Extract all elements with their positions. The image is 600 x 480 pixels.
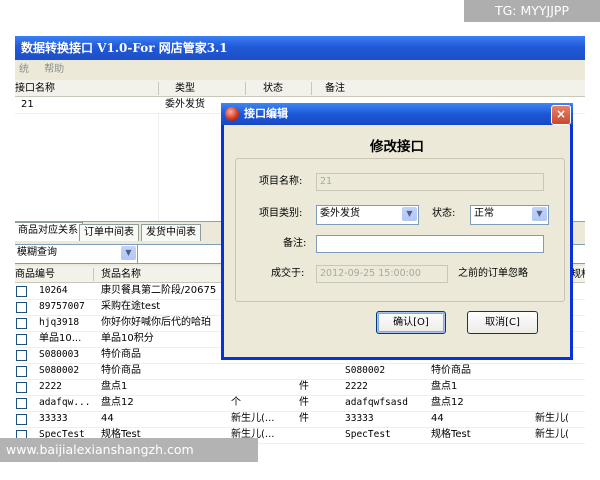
status-select[interactable]: 正常 ▼ [470, 205, 549, 225]
table-cell: 89757007 [39, 301, 85, 312]
tab-product-mapping[interactable]: 商品对应关系 [15, 222, 83, 241]
chevron-down-icon[interactable]: ▼ [532, 207, 547, 221]
watermark-bottom: www.baijialexianshangzh.com [0, 438, 258, 462]
interface-edit-dialog: 接口编辑 × 修改接口 项目名称: 21 项目类别: 委外发货 ▼ 状态: 正常… [221, 103, 573, 360]
row-checkbox[interactable] [16, 350, 27, 361]
table-cell: hjq3918 [39, 317, 80, 328]
project-type-value: 委外发货 [320, 208, 360, 219]
menu-system[interactable]: 统 [19, 64, 29, 75]
project-name-label: 项目名称: [259, 176, 303, 187]
table-row[interactable]: 2222 盘点1 件 2222 盘点1 [15, 379, 585, 396]
row-checkbox[interactable] [16, 382, 27, 393]
table-cell: 10264 [39, 285, 68, 296]
table-cell: adafqw... [39, 397, 91, 408]
col-product-name[interactable]: 货品名称 [101, 266, 141, 282]
app-title: 数据转换接口 V1.0-For 网店管家3.1 [15, 36, 585, 60]
project-type-label: 项目类别: [259, 208, 303, 219]
table-cell: 规格Test [431, 429, 471, 440]
interface-name: 21 [21, 99, 34, 110]
menu-help[interactable]: 帮助 [44, 64, 64, 75]
tab-order-intermediate[interactable]: 订单中间表 [79, 224, 139, 241]
row-checkbox[interactable] [16, 334, 27, 345]
menu-bar: 统 帮助 [15, 60, 585, 80]
chevron-down-icon[interactable]: ▼ [121, 246, 136, 260]
table-cell: 盘点12 [101, 397, 134, 408]
table-row[interactable]: S080002 特价商品 S080002 特价商品 [15, 363, 585, 380]
status-label: 状态: [432, 208, 456, 219]
row-checkbox[interactable] [16, 286, 27, 297]
table-cell: adafqwfsasd [345, 397, 408, 408]
col-type[interactable]: 类型 [175, 80, 195, 96]
table-cell: 件 [299, 413, 309, 424]
table-row[interactable]: adafqw... 盘点12 个 件 adafqwfsasd 盘点12 [15, 395, 585, 412]
table-cell: SpecTest [345, 429, 391, 440]
since-suffix: 之前的订单忽略 [458, 268, 528, 279]
row-checkbox[interactable] [16, 366, 27, 377]
table-cell: 康贝餐具第二阶段/20675 [101, 285, 217, 296]
interface-grid-header: 接口名称 类型 状态 备注 [15, 80, 585, 97]
confirm-button[interactable]: 确认[O] [376, 311, 446, 334]
cancel-button[interactable]: 取消[C] [467, 311, 538, 334]
filter-mode-value: 模糊查询 [17, 247, 57, 258]
table-cell: S080002 [345, 365, 386, 376]
tab-shipping-intermediate[interactable]: 发货中间表 [141, 224, 201, 241]
table-cell: 33333 [345, 413, 374, 424]
note-input[interactable] [316, 235, 544, 253]
chevron-down-icon[interactable]: ▼ [402, 207, 417, 221]
table-cell: 盘点12 [431, 397, 464, 408]
table-cell: S080003 [39, 349, 80, 360]
table-cell: 你好你好喊你后代的哈珀 [101, 317, 211, 328]
since-label: 成交于: [271, 268, 305, 279]
table-cell: 新生儿( [535, 413, 569, 424]
table-cell: 个 [231, 397, 241, 408]
table-cell: 件 [299, 397, 309, 408]
row-checkbox[interactable] [16, 414, 27, 425]
table-cell: 2222 [39, 381, 62, 392]
table-cell: 特价商品 [101, 365, 141, 376]
col-interface-name[interactable]: 接口名称 [15, 80, 55, 96]
project-type-select[interactable]: 委外发货 ▼ [316, 205, 419, 225]
table-cell: 新生儿( [535, 429, 569, 440]
project-name-field[interactable]: 21 [316, 173, 544, 191]
status-value: 正常 [474, 208, 494, 219]
row-checkbox[interactable] [16, 398, 27, 409]
table-cell: 盘点1 [101, 381, 128, 392]
filter-mode-select[interactable]: 模糊查询 ▼ [15, 244, 138, 264]
dialog-heading: 修改接口 [370, 139, 424, 155]
table-cell: 特价商品 [101, 349, 141, 360]
row-checkbox[interactable] [16, 302, 27, 313]
table-cell: 44 [101, 413, 114, 424]
app-icon [225, 107, 239, 121]
table-cell: S080002 [39, 365, 80, 376]
since-datetime-field[interactable]: 2012-09-25 15:00:00 [316, 265, 448, 283]
table-cell: 新生儿(... [231, 413, 275, 424]
table-cell: 盘点1 [431, 381, 458, 392]
table-cell: 33333 [39, 413, 68, 424]
col-spec[interactable]: 规格 [571, 266, 585, 282]
note-label: 备注: [283, 238, 307, 249]
dialog-titlebar[interactable]: 接口编辑 × [221, 103, 573, 125]
app-window: 数据转换接口 V1.0-For 网店管家3.1 统 帮助 接口名称 类型 状态 … [15, 36, 585, 446]
row-checkbox[interactable] [16, 318, 27, 329]
col-note[interactable]: 备注 [325, 80, 345, 96]
close-icon[interactable]: × [551, 105, 571, 125]
col-product-code[interactable]: 商品编号 [15, 266, 55, 282]
table-cell: 2222 [345, 381, 368, 392]
watermark-top: TG: MYYJJPP [464, 0, 600, 22]
table-cell: 单品10... [39, 333, 82, 344]
table-cell: 件 [299, 381, 309, 392]
table-cell: 44 [431, 413, 444, 424]
table-row[interactable]: 33333 44 新生儿(... 件 33333 44 新生儿( [15, 411, 585, 428]
col-status[interactable]: 状态 [263, 80, 283, 96]
table-cell: 特价商品 [431, 365, 471, 376]
interface-type: 委外发货 [165, 99, 205, 110]
table-cell: 单品10积分 [101, 333, 154, 344]
dialog-title: 接口编辑 [244, 107, 288, 120]
table-cell: 采购在途test [101, 301, 161, 312]
